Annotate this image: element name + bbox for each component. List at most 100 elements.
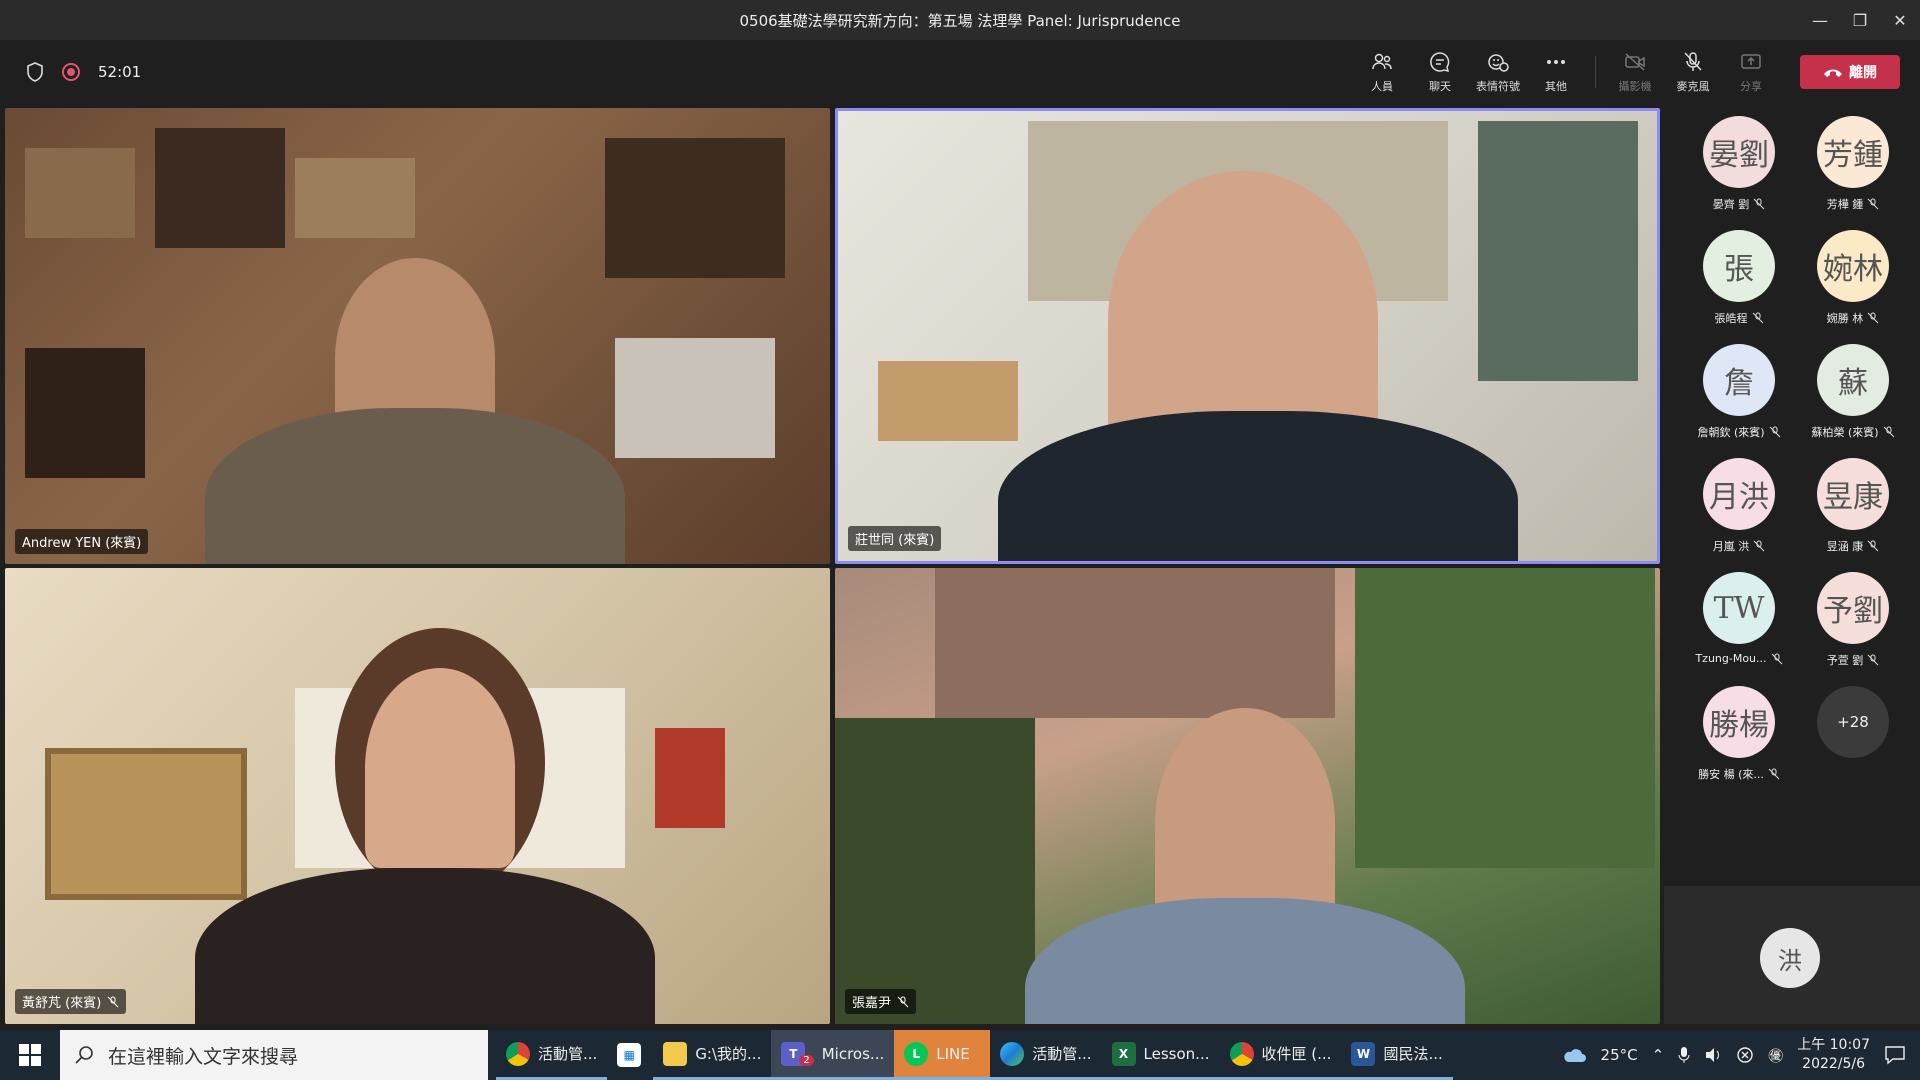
start-button[interactable]	[0, 1030, 60, 1080]
clock-time: 上午 10:07	[1797, 1037, 1870, 1053]
video-name-tag: 莊世同 (來賓)	[848, 526, 942, 551]
participant-item[interactable]: 芳鍾芳樺 鍾	[1798, 116, 1908, 226]
taskbar-app-word[interactable]: W 國民法...	[1341, 1030, 1453, 1080]
video-tile-chang[interactable]: 張嘉尹	[835, 568, 1660, 1024]
leave-label: 離開	[1849, 65, 1877, 81]
participant-item[interactable]: 月洪 月嵐 洪	[1684, 458, 1794, 568]
participant-roster-name: 張皓程	[1715, 310, 1764, 326]
system-tray: 25°C ⌃ ㊝ 上午 10:07 2022/5/6	[1561, 1030, 1920, 1080]
participant-item[interactable]: 晏劉 晏齊 劉	[1684, 116, 1794, 226]
leave-button[interactable]: 離開	[1800, 55, 1900, 89]
ime-icon[interactable]: ㊝	[1768, 1045, 1783, 1066]
taskbar-apps: 活動管... ▦ G:\我的... T 2 Micros... L LINE 活動管... X Le…	[496, 1030, 1453, 1080]
title-bar: 0506基礎法學研究新方向：第五場 法理學 Panel: Jurispruden…	[0, 0, 1920, 40]
participant-name: 莊世同 (來賓)	[855, 533, 935, 548]
participant-avatar: TW	[1703, 572, 1775, 644]
chevron-up-icon[interactable]: ⌃	[1652, 1046, 1665, 1064]
close-button[interactable]: ✕	[1880, 0, 1920, 40]
participant-item[interactable]: 予劉 予萱 劉	[1798, 572, 1908, 682]
taskbar-app-label: Micros...	[821, 1044, 885, 1063]
taskbar-app-chrome[interactable]: 收件匣 (...	[1219, 1030, 1342, 1080]
restore-button[interactable]: ❐	[1840, 0, 1880, 40]
temperature[interactable]: 25°C	[1601, 1046, 1638, 1064]
participant-item[interactable]: 婉林婉勝 林	[1798, 230, 1908, 340]
mic-off-icon	[1867, 198, 1879, 210]
volume-icon[interactable]	[1704, 1047, 1722, 1063]
taskbar-app-edge[interactable]: 活動管...	[990, 1030, 1102, 1080]
video-tile-huang[interactable]: 黃舒芃 (來賓)	[5, 568, 830, 1024]
participant-roster-name: 予萱 劉	[1827, 652, 1880, 668]
mic-button[interactable]: 麥克風	[1664, 44, 1722, 100]
windows-logo-icon	[19, 1044, 41, 1066]
video-name-tag: 張嘉尹	[845, 989, 917, 1014]
participant-avatar: 予劉	[1817, 572, 1889, 644]
video-name-tag: Andrew YEN (來賓)	[15, 529, 149, 554]
share-button[interactable]: 分享	[1722, 44, 1780, 100]
participant-avatar: 張	[1703, 230, 1775, 302]
camera-label: 攝影機	[1618, 80, 1652, 93]
participant-name: 勝安 楊 (來...	[1698, 768, 1764, 781]
participant-name: 昱涵 康	[1826, 540, 1864, 553]
taskbar-app-excel[interactable]: X Lesson...	[1101, 1030, 1220, 1080]
search-placeholder: 在這裡輸入文字來搜尋	[108, 1045, 299, 1068]
participant-roster-name: 芳樺 鍾	[1827, 196, 1880, 212]
folder-icon	[663, 1041, 688, 1066]
video-tile-andrew-yen[interactable]: Andrew YEN (來賓)	[5, 108, 830, 564]
weather-icon[interactable]	[1561, 1045, 1587, 1065]
shield-icon	[27, 62, 43, 82]
minimize-button[interactable]: —	[1800, 0, 1840, 40]
recording-icon	[62, 63, 80, 81]
participant-item[interactable]: 蘇蘇柏榮 (來賓)	[1798, 344, 1908, 454]
more-button[interactable]: 其他	[1527, 44, 1585, 100]
phone-hangup-icon	[1824, 69, 1842, 77]
mic-off-icon	[1768, 768, 1780, 780]
taskbar-app-teams[interactable]: T 2 Micros...	[771, 1030, 895, 1080]
chrome-icon	[1229, 1041, 1254, 1066]
store-icon: ▦	[617, 1043, 642, 1067]
video-tile-active-speaker[interactable]: 莊世同 (來賓)	[835, 108, 1660, 564]
camera-button[interactable]: 攝影機	[1606, 44, 1664, 100]
people-icon	[1372, 53, 1392, 70]
taskbar-app-label: 收件匣 (...	[1261, 1045, 1332, 1063]
network-error-icon[interactable]	[1736, 1046, 1754, 1064]
share-label: 分享	[1740, 80, 1762, 93]
taskbar-app-folder[interactable]: G:\我的...	[653, 1030, 772, 1080]
taskbar-search[interactable]: 在這裡輸入文字來搜尋	[60, 1030, 488, 1080]
taskbar-app-store[interactable]: ▦	[607, 1030, 653, 1080]
microphone-icon[interactable]	[1678, 1046, 1690, 1064]
participant-roster-name: 晏齊 劉	[1713, 196, 1766, 212]
participant-item[interactable]: 昱康昱涵 康	[1798, 458, 1908, 568]
chat-button[interactable]: 聊天	[1411, 44, 1469, 100]
taskbar-app-line[interactable]: L LINE	[894, 1030, 991, 1080]
participant-item[interactable]: TW Tzung-Mou...	[1684, 572, 1794, 682]
participant-name: 芳樺 鍾	[1826, 198, 1864, 211]
participant-avatar: 昱康	[1817, 458, 1889, 530]
self-avatar: 洪	[1760, 928, 1820, 988]
participant-item[interactable]: 勝楊 勝安 楊 (來...	[1684, 686, 1794, 796]
more-label: 其他	[1545, 80, 1567, 93]
self-view[interactable]: 洪	[1664, 886, 1920, 1024]
taskbar-app-label: 活動管...	[1032, 1045, 1092, 1063]
notifications-icon[interactable]	[1884, 1045, 1906, 1065]
share-icon	[1741, 54, 1761, 69]
participant-item[interactable]: 詹詹朝欽 (來賓)	[1684, 344, 1794, 454]
toolbar-divider	[1595, 56, 1596, 88]
reactions-button[interactable]: 表情符號	[1469, 44, 1527, 100]
participant-item[interactable]: 張張皓程	[1684, 230, 1794, 340]
taskbar-app-chrome[interactable]: 活動管...	[496, 1030, 608, 1080]
notification-badge: 2	[799, 1055, 814, 1066]
mic-off-icon	[1883, 426, 1894, 438]
people-button[interactable]: 人員	[1353, 44, 1411, 100]
participant-name: Andrew YEN (來賓)	[22, 536, 142, 551]
participant-roster-name: 婉勝 林	[1827, 310, 1880, 326]
clock[interactable]: 上午 10:07 2022/5/6	[1797, 1036, 1870, 1074]
participant-name: 婉勝 林	[1826, 312, 1864, 325]
search-icon	[75, 1046, 93, 1064]
participant-avatar: 芳鍾	[1817, 116, 1889, 188]
participant-roster-name: Tzung-Mou...	[1695, 652, 1782, 665]
participant-avatar: 婉林	[1817, 230, 1889, 302]
more-participants[interactable]: +28	[1798, 686, 1908, 796]
taskbar-app-label: G:\我的...	[695, 1045, 762, 1063]
mic-off-icon	[897, 996, 909, 1007]
edge-icon	[1000, 1041, 1025, 1066]
